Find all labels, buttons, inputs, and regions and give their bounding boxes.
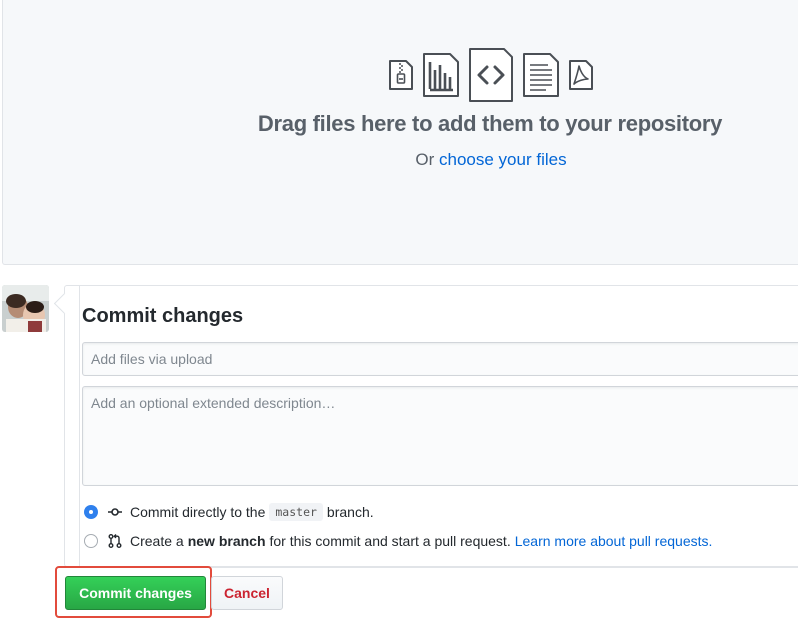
- commit-changes-button[interactable]: Commit changes: [65, 576, 206, 610]
- new-branch-prefix: Create a: [130, 533, 184, 549]
- file-type-icons: [388, 48, 608, 102]
- pull-request-icon: [108, 534, 122, 548]
- branch-name-tag: master: [269, 503, 323, 521]
- commit-direct-radio[interactable]: [84, 505, 98, 519]
- commit-summary-input[interactable]: [82, 342, 798, 376]
- pdf-file-icon: [569, 60, 593, 90]
- commit-title: Commit changes: [82, 305, 244, 327]
- learn-more-pull-requests-link[interactable]: Learn more about pull requests.: [515, 533, 713, 549]
- commit-direct-prefix: Commit directly to the: [130, 504, 266, 520]
- new-branch-suffix: for this commit and start a pull request…: [269, 533, 511, 549]
- zip-file-icon: [389, 60, 413, 90]
- new-branch-radio[interactable]: [84, 534, 98, 548]
- chart-file-icon: [423, 53, 459, 97]
- avatar-image: [2, 285, 49, 332]
- commit-box-divider: [79, 285, 80, 567]
- option-new-branch[interactable]: Create a new branch for this commit and …: [84, 530, 712, 552]
- or-text: Or: [415, 150, 435, 169]
- user-avatar: [2, 285, 49, 332]
- option-commit-direct[interactable]: Commit directly to the master branch.: [84, 501, 374, 523]
- text-file-icon: [523, 53, 559, 97]
- new-branch-bold: new branch: [187, 533, 266, 549]
- choose-files-line: Or choose your files: [0, 150, 798, 170]
- commit-direct-suffix: branch.: [326, 504, 374, 520]
- cancel-button[interactable]: Cancel: [211, 576, 283, 610]
- choose-files-link[interactable]: choose your files: [439, 150, 567, 169]
- git-commit-icon: [108, 508, 122, 516]
- code-file-icon: [469, 48, 513, 102]
- drop-zone-title: Drag files here to add them to your repo…: [257, 111, 723, 136]
- commit-description-input[interactable]: [82, 386, 798, 486]
